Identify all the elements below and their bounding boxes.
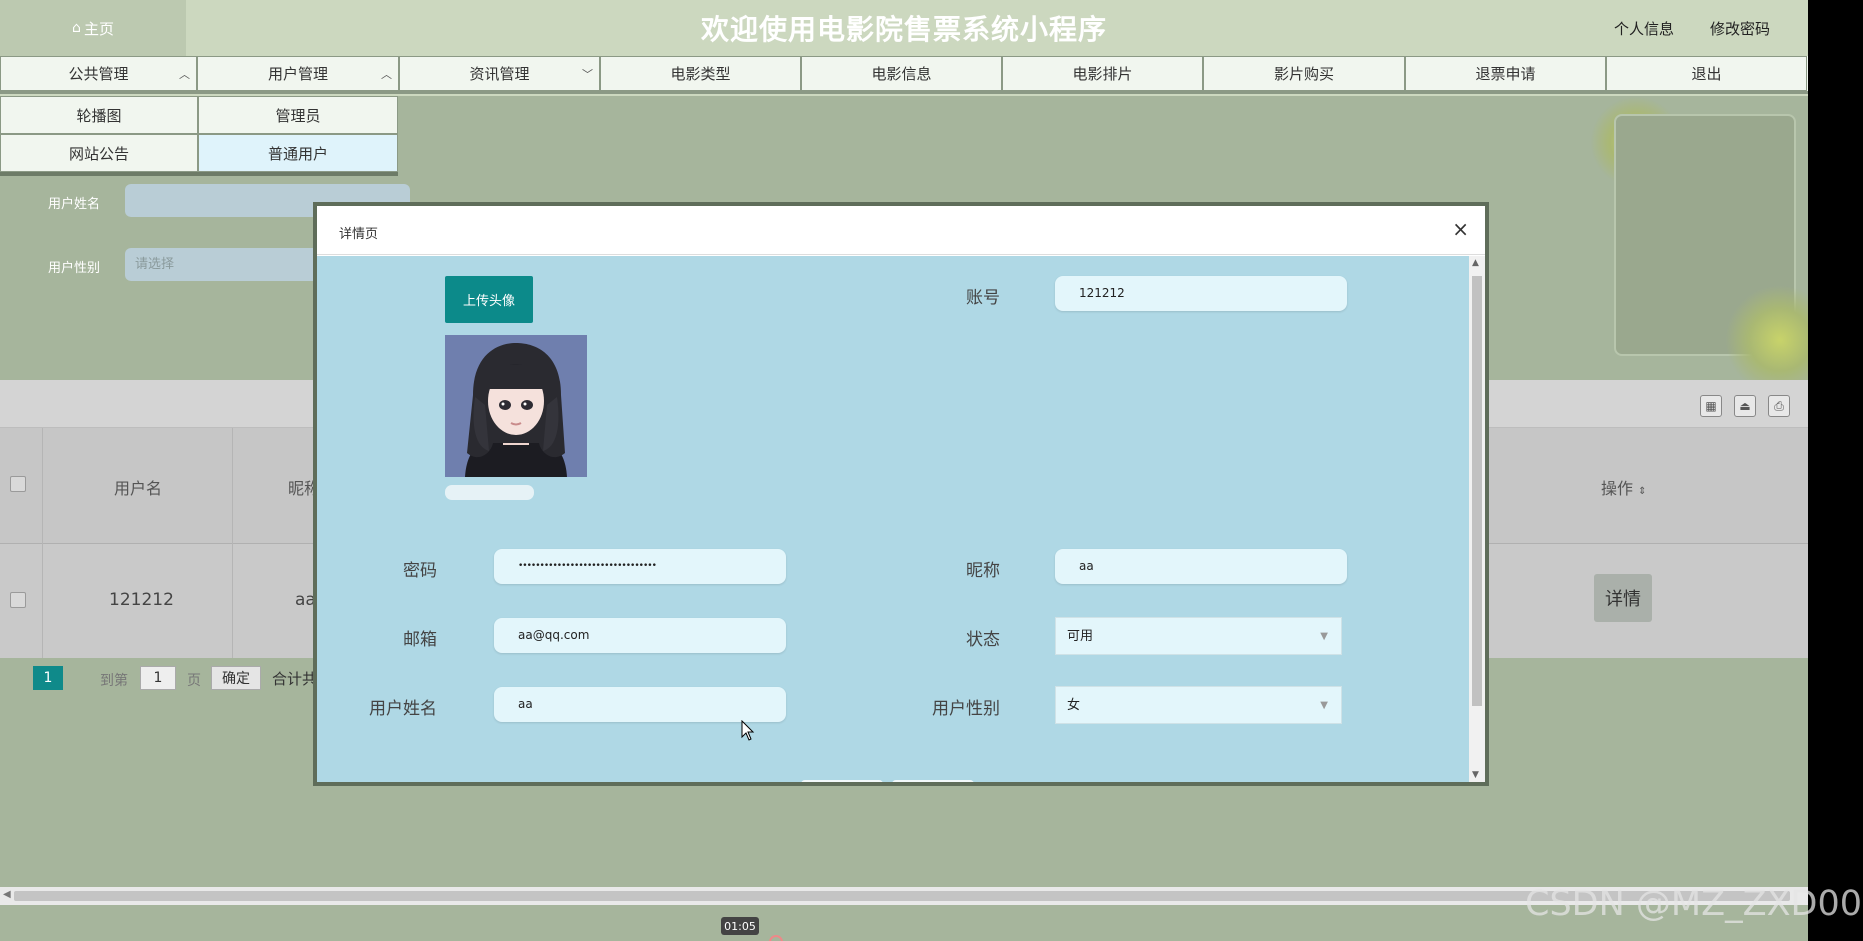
dialog-header: 详情页 × (317, 206, 1485, 255)
column-divider (42, 428, 43, 658)
submenu-divider (0, 172, 398, 176)
scroll-up-icon[interactable]: ▲ (1472, 258, 1479, 268)
submenu-public: 轮播图 网站公告 (0, 96, 198, 172)
upload-avatar-button[interactable]: 上传头像 (445, 276, 533, 323)
column-action[interactable]: 操作 ⇕ (1601, 475, 1647, 499)
nav-ticket-purchase[interactable]: 影片购买 (1203, 56, 1405, 91)
header: ⌂ 主页 欢迎使用电影院售票系统小程序 个人信息 修改密码 (0, 0, 1808, 56)
total-count: 合计共 (272, 670, 318, 688)
chevron-up-icon: ︿ (179, 68, 190, 81)
change-password-link[interactable]: 修改密码 (1710, 18, 1770, 39)
cell-username: 121212 (109, 590, 174, 610)
status-label: 状态 (966, 630, 1000, 650)
nav-label: 用户管理 (267, 65, 328, 83)
dialog-body: 上传头像 账号 121212 密码 ••••••••••••••••••••••… (317, 256, 1469, 782)
goto-prefix: 到第 (100, 673, 128, 689)
nav-user-management[interactable]: 用户管理 ︿ (197, 56, 399, 91)
submenu-item-carousel[interactable]: 轮播图 (0, 96, 198, 134)
watermark: CSDN @MZ_ZXD001 (1525, 884, 1863, 924)
nickname-label: 昵称 (966, 561, 1000, 581)
goto-confirm-button[interactable]: 确定 (211, 666, 261, 690)
status-select[interactable]: 可用 ▼ (1055, 617, 1342, 655)
realname-field[interactable]: aa (494, 687, 786, 722)
nav-label: 影片购买 (1273, 65, 1334, 83)
nav-movie-info[interactable]: 电影信息 (801, 56, 1002, 91)
email-label: 邮箱 (403, 630, 437, 650)
grid-icon[interactable]: ▦ (1700, 395, 1722, 417)
dialog-button[interactable] (892, 780, 974, 782)
chevron-down-icon: ﹀ (582, 68, 593, 81)
sort-icon: ⇕ (1638, 486, 1647, 497)
password-field[interactable]: •••••••••••••••••••••••••••••••• (494, 549, 786, 584)
nav-movie-schedule[interactable]: 电影排片 (1002, 56, 1203, 91)
email-field[interactable]: aa@qq.com (494, 618, 786, 653)
site-title: 欢迎使用电影院售票系统小程序 (700, 13, 1107, 46)
search-gender-label: 用户性别 (48, 261, 101, 276)
account-field[interactable]: 121212 (1055, 276, 1347, 311)
avatar-filename (445, 485, 534, 500)
mouse-cursor-icon (741, 720, 755, 741)
detail-button[interactable]: 详情 (1594, 574, 1652, 622)
submenu-item-announcement[interactable]: 网站公告 (0, 134, 198, 172)
dialog-button[interactable] (801, 780, 883, 782)
video-time: 01:05 (721, 917, 759, 935)
dialog-scrollbar[interactable]: ▲ ▼ (1469, 256, 1485, 782)
detail-dialog: 详情页 × 上传头像 账号 121212 密码 ••••••••••••••••… (313, 202, 1489, 786)
home-label: 主页 (83, 19, 114, 38)
select-all-checkbox[interactable] (10, 476, 26, 492)
column-username: 用户名 (114, 479, 163, 498)
home-icon: ⌂ (72, 20, 81, 36)
password-label: 密码 (403, 561, 437, 581)
goto-page-input[interactable]: 1 (140, 666, 176, 690)
row-checkbox[interactable] (10, 592, 26, 608)
close-icon[interactable]: × (1452, 217, 1469, 241)
scroll-left-icon[interactable]: ◀ (3, 889, 11, 900)
nav-label: 退出 (1691, 65, 1722, 83)
nav-label: 退票申请 (1475, 65, 1536, 83)
scrollbar-thumb[interactable] (1472, 276, 1482, 706)
nav-label: 电影排片 (1072, 65, 1133, 83)
submenu-item-regular-users[interactable]: 普通用户 (198, 134, 398, 172)
export-icon[interactable]: ⏏ (1734, 395, 1756, 417)
profile-link[interactable]: 个人信息 (1614, 18, 1674, 39)
goto-suffix: 页 (187, 673, 201, 689)
scroll-down-icon[interactable]: ▼ (1472, 770, 1479, 780)
search-gender-select[interactable]: 请选择 (125, 248, 325, 281)
account-label: 账号 (966, 288, 1000, 308)
page-number-current[interactable]: 1 (33, 666, 63, 690)
search-name-label: 用户姓名 (48, 197, 101, 212)
letterbox-bar (1808, 0, 1863, 941)
avatar-illustration (445, 335, 587, 477)
gender-value: 女 (1067, 698, 1081, 713)
status-value: 可用 (1067, 629, 1094, 644)
home-button[interactable]: ⌂ 主页 (0, 0, 186, 56)
realname-label: 用户姓名 (369, 699, 437, 719)
nav-public-management[interactable]: 公共管理 ︿ (0, 56, 197, 91)
nav-label: 资讯管理 (469, 65, 530, 83)
chevron-up-icon: ︿ (381, 68, 392, 81)
nav-refund-request[interactable]: 退票申请 (1405, 56, 1606, 91)
scrollbar-thumb[interactable] (14, 891, 1790, 901)
main-nav: 公共管理 ︿ 用户管理 ︿ 资讯管理 ﹀ 电影类型 电影信息 电影排片 影片购买… (0, 56, 1808, 94)
nav-label: 电影类型 (670, 65, 731, 83)
dialog-title: 详情页 (339, 227, 379, 242)
submenu-users: 管理员 普通用户 (198, 96, 398, 172)
nav-label: 公共管理 (68, 65, 129, 83)
column-action-label: 操作 (1601, 479, 1634, 498)
avatar (445, 335, 587, 477)
nav-label: 电影信息 (871, 65, 932, 83)
gender-select[interactable]: 女 ▼ (1055, 686, 1342, 724)
gender-label: 用户性别 (932, 699, 1000, 719)
nav-movie-types[interactable]: 电影类型 (600, 56, 801, 91)
nav-news-management[interactable]: 资讯管理 ﹀ (399, 56, 600, 91)
print-icon[interactable]: ⎙ (1768, 395, 1790, 417)
submenu-item-admin[interactable]: 管理员 (198, 96, 398, 134)
app-window: ⌂ 主页 欢迎使用电影院售票系统小程序 个人信息 修改密码 公共管理 ︿ 用户管… (0, 0, 1808, 941)
chevron-down-icon: ▼ (1320, 700, 1328, 711)
nav-logout[interactable]: 退出 (1606, 56, 1807, 91)
column-divider (232, 428, 233, 658)
nickname-field[interactable]: aa (1055, 549, 1347, 584)
chevron-down-icon: ▼ (1320, 631, 1328, 642)
